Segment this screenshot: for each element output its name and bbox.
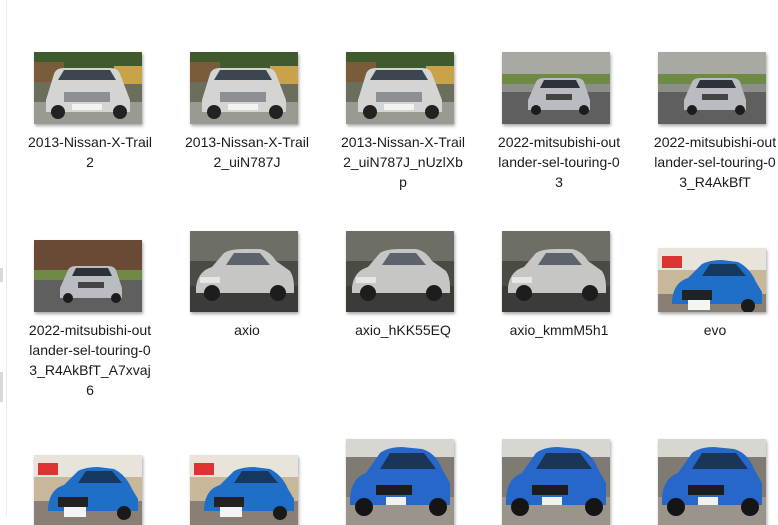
silver-suv-photo-thumbnail-icon[interactable] xyxy=(346,52,454,124)
blue-car-photo-thumbnail-icon[interactable] xyxy=(658,248,766,312)
file-name-label: axio xyxy=(234,322,260,338)
file-name-label: axio_kmmM5h1 xyxy=(509,322,609,338)
pane-splitter-mark xyxy=(0,372,3,402)
outlander-photo-thumbnail-icon[interactable] xyxy=(34,240,142,312)
blue-hatchback-photo-thumbnail-icon[interactable] xyxy=(502,439,610,525)
file-name-label: 2013-Nissan-X-Trail2_uiN787J xyxy=(185,134,309,170)
blue-car-photo-thumbnail-icon[interactable] xyxy=(190,455,298,525)
silver-sedan-photo-thumbnail-icon[interactable] xyxy=(346,231,454,312)
blue-hatchback-photo-thumbnail-icon[interactable] xyxy=(346,439,454,525)
file-name-label: 2022-mitsubishi-outlander-sel-touring-03 xyxy=(497,134,621,190)
silver-suv-photo-thumbnail-icon[interactable] xyxy=(34,52,142,124)
file-name-label: 2013-Nissan-X-Trail2 xyxy=(28,134,152,170)
outlander-photo-thumbnail-icon[interactable] xyxy=(658,52,766,124)
file-name-label: 2022-mitsubishi-outlander-sel-touring-03… xyxy=(653,134,777,190)
silver-suv-photo-thumbnail-icon[interactable] xyxy=(190,52,298,124)
navigation-pane-edge xyxy=(0,0,7,517)
file-name-label: 2022-mitsubishi-outlander-sel-touring-03… xyxy=(28,322,152,398)
silver-sedan-photo-thumbnail-icon[interactable] xyxy=(190,231,298,312)
file-name-label: 2013-Nissan-X-Trail2_uiN787J_nUzlXbp xyxy=(341,134,465,190)
outlander-photo-thumbnail-icon[interactable] xyxy=(502,52,610,124)
file-name-label: evo xyxy=(703,322,727,338)
pane-splitter-mark xyxy=(0,268,3,282)
blue-car-photo-thumbnail-icon[interactable] xyxy=(34,455,142,525)
silver-sedan-photo-thumbnail-icon[interactable] xyxy=(502,231,610,312)
blue-hatchback-photo-thumbnail-icon[interactable] xyxy=(658,439,766,525)
file-name-label: axio_hKK55EQ xyxy=(355,322,451,338)
